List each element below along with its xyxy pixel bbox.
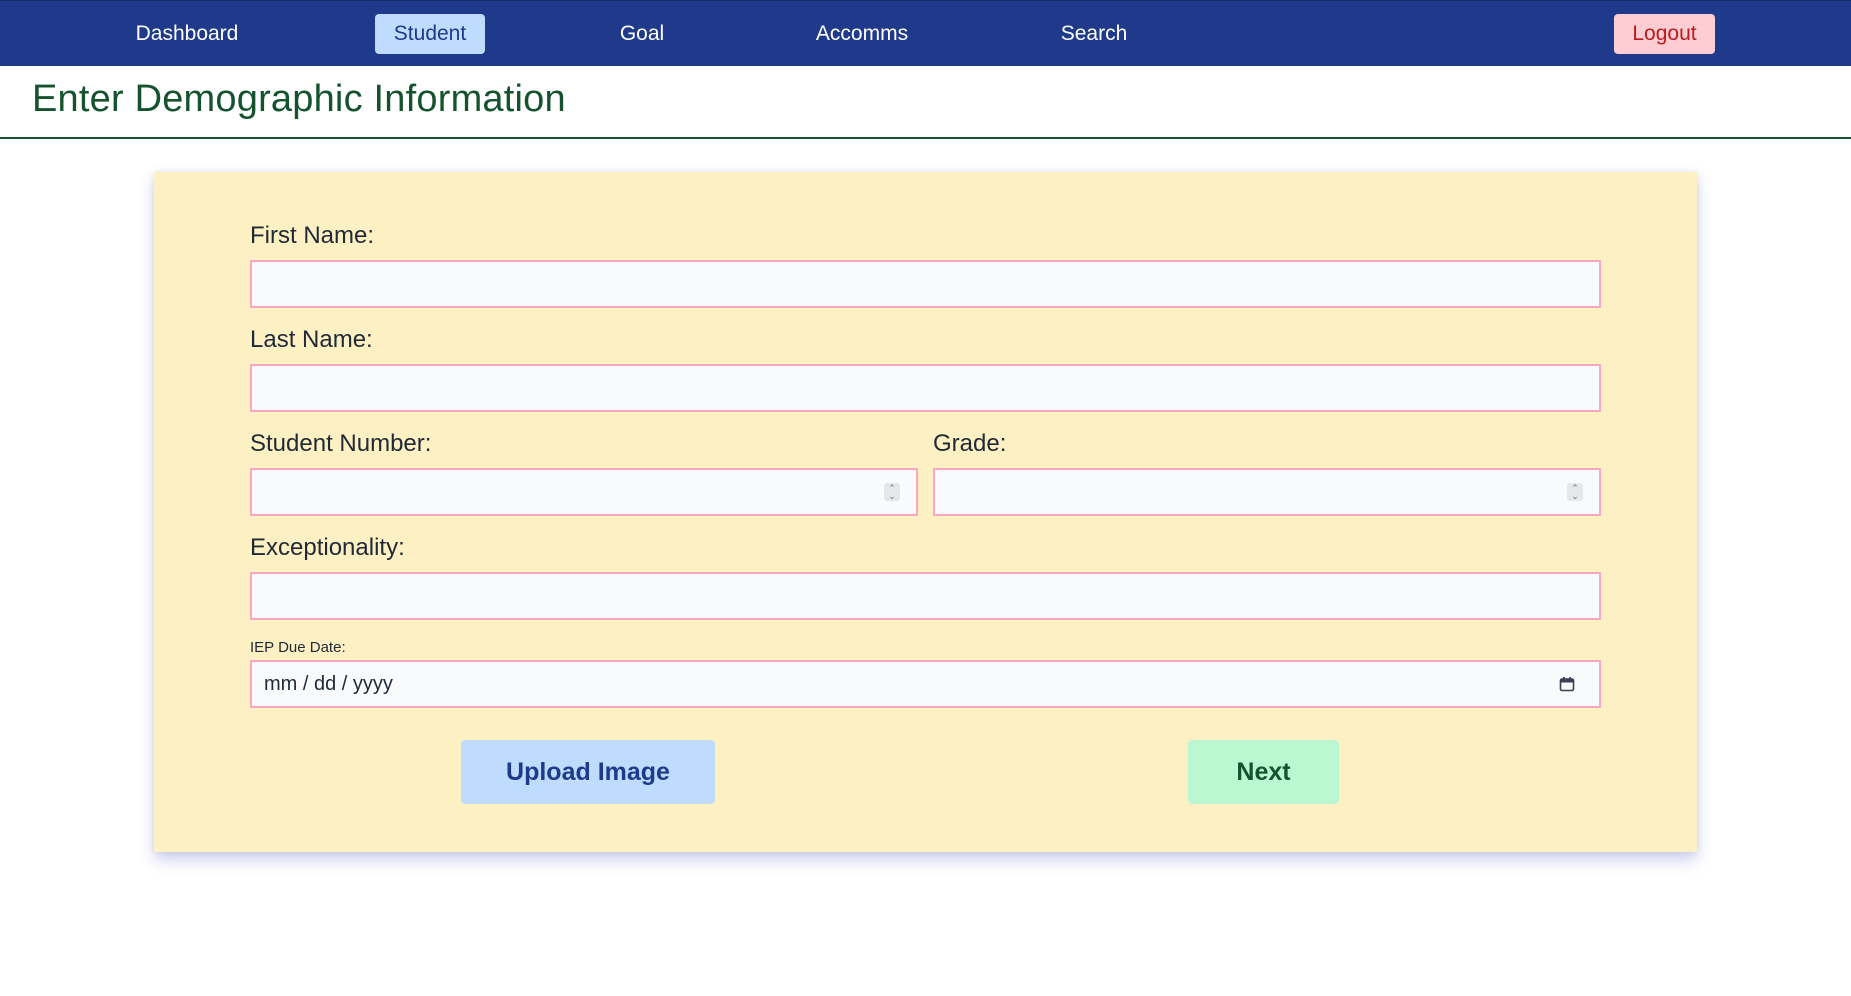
student-number-label: Student Number: [250, 430, 432, 457]
spinner-icon[interactable]: ⌃ ⌄ [1567, 483, 1583, 501]
nav-accomms[interactable]: Accomms [806, 14, 918, 54]
nav-student[interactable]: Student [375, 14, 485, 54]
upload-image-button[interactable]: Upload Image [461, 740, 715, 804]
calendar-icon[interactable] [1559, 676, 1575, 692]
first-name-input[interactable] [250, 260, 1601, 308]
grade-input[interactable]: ⌃ ⌄ [933, 468, 1601, 516]
nav-search[interactable]: Search [1052, 14, 1136, 54]
spinner-icon[interactable]: ⌃ ⌄ [884, 483, 900, 501]
nav-dashboard[interactable]: Dashboard [122, 14, 252, 54]
nav-goal[interactable]: Goal [610, 14, 674, 54]
first-name-label: First Name: [250, 222, 375, 249]
student-number-input[interactable]: ⌃ ⌄ [250, 468, 918, 516]
exceptionality-label: Exceptionality: [250, 534, 405, 561]
demographic-form-card: First Name: Last Name: Student Number: ⌃… [154, 172, 1697, 852]
next-button[interactable]: Next [1188, 740, 1339, 804]
date-placeholder: mm / dd / yyyy [264, 673, 393, 695]
iep-due-date-label: IEP Due Date: [250, 639, 346, 656]
iep-due-date-input[interactable]: mm / dd / yyyy [250, 660, 1601, 708]
last-name-label: Last Name: [250, 326, 373, 353]
exceptionality-input[interactable] [250, 572, 1601, 620]
logout-button[interactable]: Logout [1614, 14, 1715, 54]
title-bar: Enter Demographic Information [0, 66, 1851, 139]
top-navbar: Dashboard Student Goal Accomms Search Lo… [0, 0, 1851, 66]
page-title: Enter Demographic Information [32, 78, 566, 120]
last-name-input[interactable] [250, 364, 1601, 412]
grade-label: Grade: [933, 430, 1007, 457]
